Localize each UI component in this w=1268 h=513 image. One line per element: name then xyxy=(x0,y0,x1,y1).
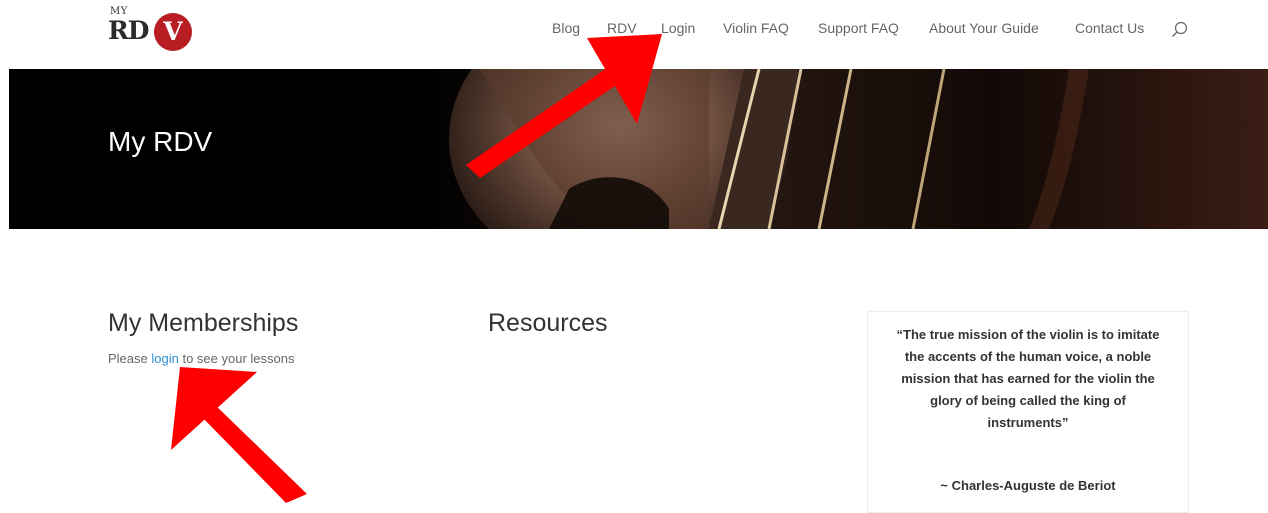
nav-item-rdv[interactable]: RDV xyxy=(607,20,637,36)
page-title: My RDV xyxy=(108,126,213,157)
resources-heading: Resources xyxy=(488,309,608,337)
quote-text: “The true mission of the violin is to im… xyxy=(896,327,1160,430)
hero-banner: My RDV xyxy=(9,69,1268,229)
site-logo[interactable]: MY RD V xyxy=(108,6,198,52)
site-header: MY RD V Blog RDV Login Violin FAQ Suppor… xyxy=(0,0,1268,69)
search-icon[interactable] xyxy=(1171,21,1188,38)
logo-v-badge: V xyxy=(154,13,192,51)
login-prompt-suffix: to see your lessons xyxy=(178,351,295,366)
nav-item-blog[interactable]: Blog xyxy=(552,20,580,36)
quote-author: ~ Charles-Auguste de Beriot xyxy=(940,478,1116,493)
nav-item-violin-faq[interactable]: Violin FAQ xyxy=(723,20,789,36)
nav-item-support-faq[interactable]: Support FAQ xyxy=(818,20,899,36)
login-link[interactable]: login xyxy=(151,351,178,366)
login-prompt: Please login to see your lessons xyxy=(108,351,294,366)
arrow-to-login-link xyxy=(171,367,307,503)
nav-item-about-your-guide[interactable]: About Your Guide xyxy=(929,20,1039,36)
my-memberships-heading: My Memberships xyxy=(108,309,299,337)
nav-item-contact-us[interactable]: Contact Us xyxy=(1075,20,1144,36)
quote-box: “The true mission of the violin is to im… xyxy=(867,311,1189,513)
nav-item-login[interactable]: Login xyxy=(661,20,695,36)
logo-rd-text: RD xyxy=(108,16,149,45)
login-prompt-prefix: Please xyxy=(108,351,152,366)
